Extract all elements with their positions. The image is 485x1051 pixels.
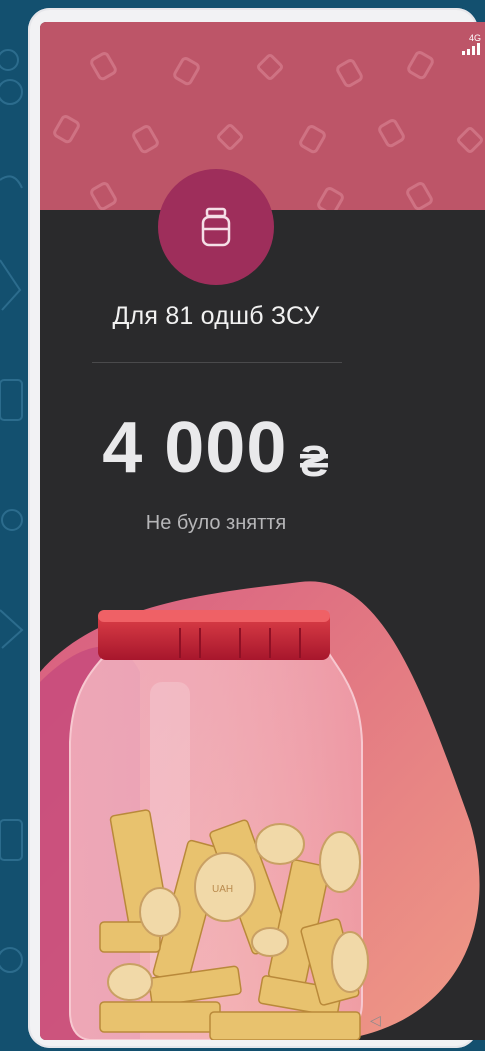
jar-illustration: UAH	[40, 581, 480, 1040]
divider	[92, 362, 342, 363]
withdrawal-status: Не було зняття	[145, 512, 287, 534]
jar-avatar	[158, 169, 274, 285]
jar-title: Для 81 одшб ЗСУ	[112, 302, 320, 330]
back-triangle-icon[interactable]: ◁	[370, 1012, 381, 1029]
jar-amount: 4 000 ₴	[40, 408, 392, 488]
currency-symbol: ₴	[299, 437, 330, 486]
amount-value: 4 000	[102, 408, 288, 488]
svg-text:UAH: UAH	[212, 884, 233, 895]
status-bar: 4G	[459, 34, 481, 57]
jar-screen: 4G Для 81 одшб ЗСУ 4 000 ₴ Не було зняття	[40, 22, 485, 1040]
header-pattern	[40, 22, 485, 210]
signal-icon	[462, 43, 480, 55]
jar-icon	[201, 207, 231, 247]
network-label: 4G	[468, 33, 481, 43]
